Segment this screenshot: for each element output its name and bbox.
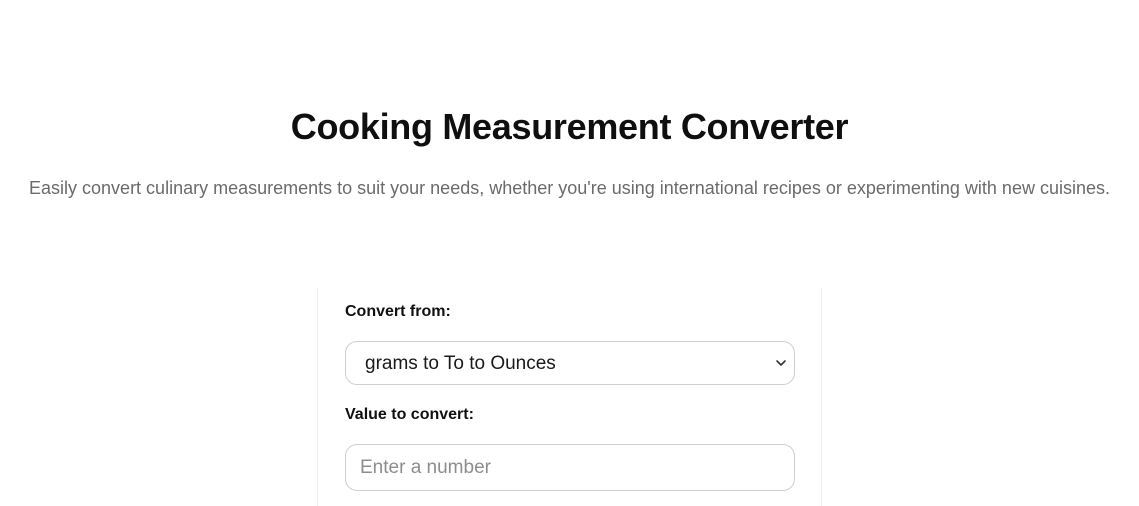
chevron-down-icon: [776, 360, 786, 366]
convert-from-selected-value: grams to To to Ounces: [365, 353, 556, 374]
page-subtitle: Easily convert culinary measurements to …: [29, 178, 1110, 198]
page: Cooking Measurement Converter Easily con…: [0, 0, 1139, 506]
value-input[interactable]: [345, 444, 795, 491]
convert-from-label: Convert from:: [345, 303, 451, 320]
convert-from-select[interactable]: grams to To to Ounces: [345, 341, 795, 385]
page-title: Cooking Measurement Converter: [290, 106, 849, 147]
converter-card: Convert from: grams to To to Ounces Valu…: [317, 288, 822, 506]
value-to-convert-label: Value to convert:: [345, 406, 474, 423]
